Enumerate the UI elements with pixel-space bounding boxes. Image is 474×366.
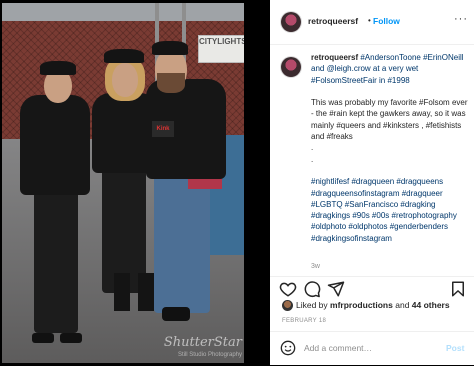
more-options-icon[interactable]: ···	[454, 13, 468, 25]
likes-others-link[interactable]: 44 others	[412, 300, 450, 310]
photo-watermark-sub: Still Studio Photography	[177, 352, 242, 358]
share-icon[interactable]	[327, 280, 345, 298]
caption-dot: .	[311, 143, 314, 153]
likes-summary: Liked by mfrproductions and 44 others	[296, 300, 450, 310]
bookmark-icon[interactable]	[449, 280, 467, 298]
separator-dot: •	[368, 16, 371, 25]
store-sign: CITYLIGHTS	[198, 35, 244, 63]
liker-avatar[interactable]	[282, 300, 293, 311]
likes-and: and	[395, 300, 410, 310]
post-actions	[270, 276, 474, 301]
emoji-icon[interactable]	[280, 340, 296, 356]
caption-hashtags[interactable]: #nightlifesf #dragqueen #dragqueens #dra…	[311, 176, 469, 244]
jacket-patch: Kink	[152, 121, 174, 137]
photo-sky	[2, 3, 244, 21]
post-photo[interactable]: CITYLIGHTS Kink ShutterStar Still Studio…	[2, 3, 244, 363]
comment-input[interactable]: Add a comment…	[304, 343, 372, 353]
likes-prefix: Liked by	[296, 300, 328, 310]
comment-row: Add a comment… Post	[270, 331, 474, 366]
heart-icon[interactable]	[279, 280, 297, 298]
follow-button[interactable]: Follow	[373, 16, 400, 26]
caption-username[interactable]: retroqueersf	[311, 53, 358, 62]
caption-line-2: This was probably my favorite #Folsom ev…	[311, 98, 468, 142]
avatar[interactable]	[281, 12, 301, 32]
post-comment-button[interactable]: Post	[446, 343, 464, 353]
photo-watermark: ShutterStar	[163, 335, 242, 350]
liker-username[interactable]: mfrproductions	[330, 300, 393, 310]
post-date: FEBRUARY 18	[282, 318, 327, 324]
caption-dot: .	[311, 154, 314, 164]
time-ago[interactable]: 3w	[311, 263, 320, 270]
post-header: retroqueersf • Follow ···	[270, 0, 474, 45]
post-caption: retroqueersf #AndersonToone #ErinONeill …	[311, 52, 469, 244]
post-username[interactable]: retroqueersf	[308, 16, 358, 26]
caption-avatar[interactable]	[281, 57, 301, 77]
post-panel: retroqueersf • Follow ··· retroqueersf #…	[270, 0, 474, 365]
comment-icon[interactable]	[303, 280, 321, 298]
